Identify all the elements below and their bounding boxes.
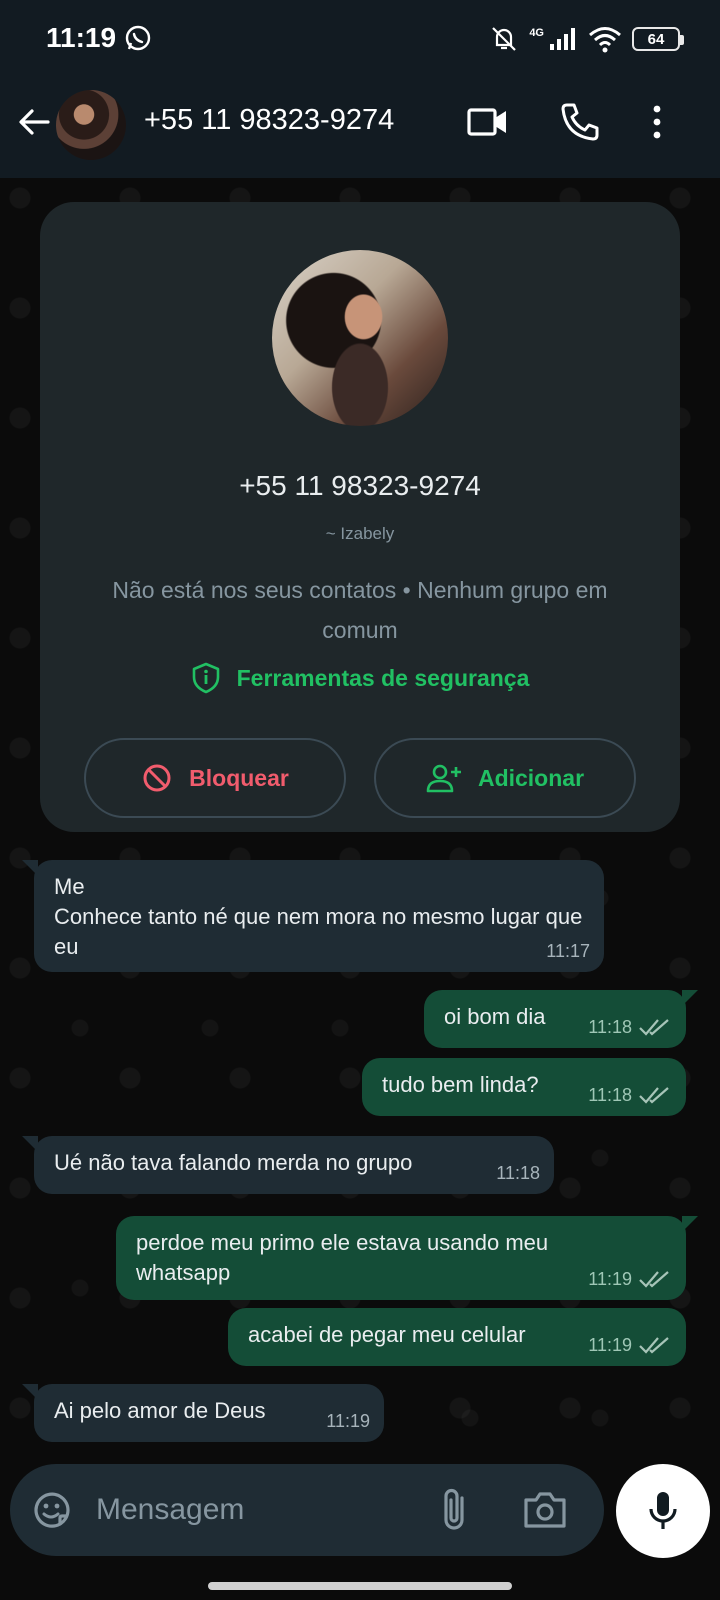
safety-tools-label: Ferramentas de segurança xyxy=(236,664,530,691)
contact-info-card: +55 11 98323-9274 ~ Izabely Não está nos… xyxy=(40,202,680,832)
attach-icon[interactable] xyxy=(434,1486,478,1534)
status-time: 11:19 xyxy=(46,22,117,53)
block-icon xyxy=(143,764,171,792)
home-indicator[interactable] xyxy=(208,1582,512,1590)
message-bubble-outgoing[interactable]: tudo bem linda? 11:18 xyxy=(362,1058,686,1116)
voice-message-button[interactable] xyxy=(616,1464,710,1558)
network-type: 4G xyxy=(529,27,544,39)
add-contact-label: Adicionar xyxy=(477,764,585,791)
message-time: 11:19 xyxy=(588,1269,632,1289)
message-bubble-outgoing[interactable]: oi bom dia 11:18 xyxy=(424,990,698,1048)
voice-call-icon[interactable] xyxy=(558,100,602,144)
contact-number: +55 11 98323-9274 xyxy=(239,470,481,501)
message-meta: 11:18 xyxy=(496,1158,540,1188)
message-meta: 11:18 xyxy=(588,1012,672,1042)
contact-status-note: Não está nos seus contatos • Nenhum grup… xyxy=(112,577,608,643)
message-meta: 11:19 xyxy=(588,1330,672,1360)
bell-off-icon xyxy=(492,27,517,51)
message-text: perdoe meu primo ele estava usando meu w… xyxy=(136,1230,555,1285)
chat-area[interactable]: +55 11 98323-9274 ~ Izabely Não está nos… xyxy=(0,178,720,1458)
message-bubble-incoming[interactable]: Me Conhece tanto né que nem mora no mesm… xyxy=(22,860,604,972)
status-bar: 11:19 4G 64 xyxy=(0,0,720,78)
more-options-icon[interactable] xyxy=(642,100,672,144)
video-call-icon[interactable] xyxy=(466,100,510,144)
message-input[interactable] xyxy=(94,1484,424,1536)
message-time: 11:19 xyxy=(326,1411,370,1431)
signal-icon xyxy=(550,28,575,50)
message-text: Ué não tava falando merda no grupo xyxy=(54,1150,413,1175)
message-time: 11:18 xyxy=(588,1085,632,1105)
status-icons: 4G 64 xyxy=(489,22,684,56)
message-meta: 11:17 xyxy=(546,936,590,966)
message-bubble-incoming[interactable]: Ai pelo amor de Deus 11:19 xyxy=(22,1384,384,1442)
message-time: 11:18 xyxy=(496,1163,540,1183)
message-bubble-incoming[interactable]: Ué não tava falando merda no grupo 11:18 xyxy=(22,1136,554,1194)
block-label: Bloquear xyxy=(189,764,289,791)
message-meta: 11:19 xyxy=(326,1406,370,1436)
message-composer xyxy=(10,1464,604,1556)
chat-header: +55 11 98323-9274 xyxy=(0,78,720,178)
add-contact-button[interactable]: Adicionar xyxy=(374,738,636,818)
safety-tools-link[interactable]: Ferramentas de segurança xyxy=(40,662,680,694)
message-time: 11:17 xyxy=(546,941,590,961)
block-button[interactable]: Bloquear xyxy=(84,738,346,818)
message-bubble-outgoing[interactable]: acabei de pegar meu celular 11:19 xyxy=(228,1308,686,1366)
message-time: 11:18 xyxy=(588,1017,632,1037)
double-check-icon xyxy=(639,1087,669,1104)
double-check-icon xyxy=(639,1271,669,1288)
message-bubble-outgoing[interactable]: perdoe meu primo ele estava usando meu w… xyxy=(116,1216,698,1300)
contact-title[interactable]: +55 11 98323-9274 xyxy=(144,104,394,137)
back-arrow-icon[interactable] xyxy=(14,102,54,142)
message-time: 11:19 xyxy=(588,1335,632,1355)
sticker-icon[interactable] xyxy=(30,1488,74,1532)
message-meta: 11:18 xyxy=(588,1080,672,1110)
battery-level: 64 xyxy=(647,30,665,48)
add-person-icon xyxy=(426,764,461,793)
whatsapp-notification-icon xyxy=(125,25,151,51)
contact-push-name: ~ Izabely xyxy=(325,524,395,543)
contact-profile-photo[interactable] xyxy=(272,250,448,426)
camera-icon[interactable] xyxy=(522,1488,568,1532)
battery-indicator: 64 xyxy=(632,27,684,51)
message-meta: 11:19 xyxy=(588,1264,672,1294)
contact-avatar[interactable] xyxy=(56,90,126,160)
double-check-icon xyxy=(639,1337,669,1354)
message-text: Ai pelo amor de Deus xyxy=(54,1398,266,1423)
wifi-icon xyxy=(589,27,621,53)
shield-icon xyxy=(192,662,219,694)
message-text: Me Conhece tanto né que nem mora no mesm… xyxy=(54,874,583,959)
microphone-icon xyxy=(649,1492,677,1529)
double-check-icon xyxy=(639,1019,669,1036)
